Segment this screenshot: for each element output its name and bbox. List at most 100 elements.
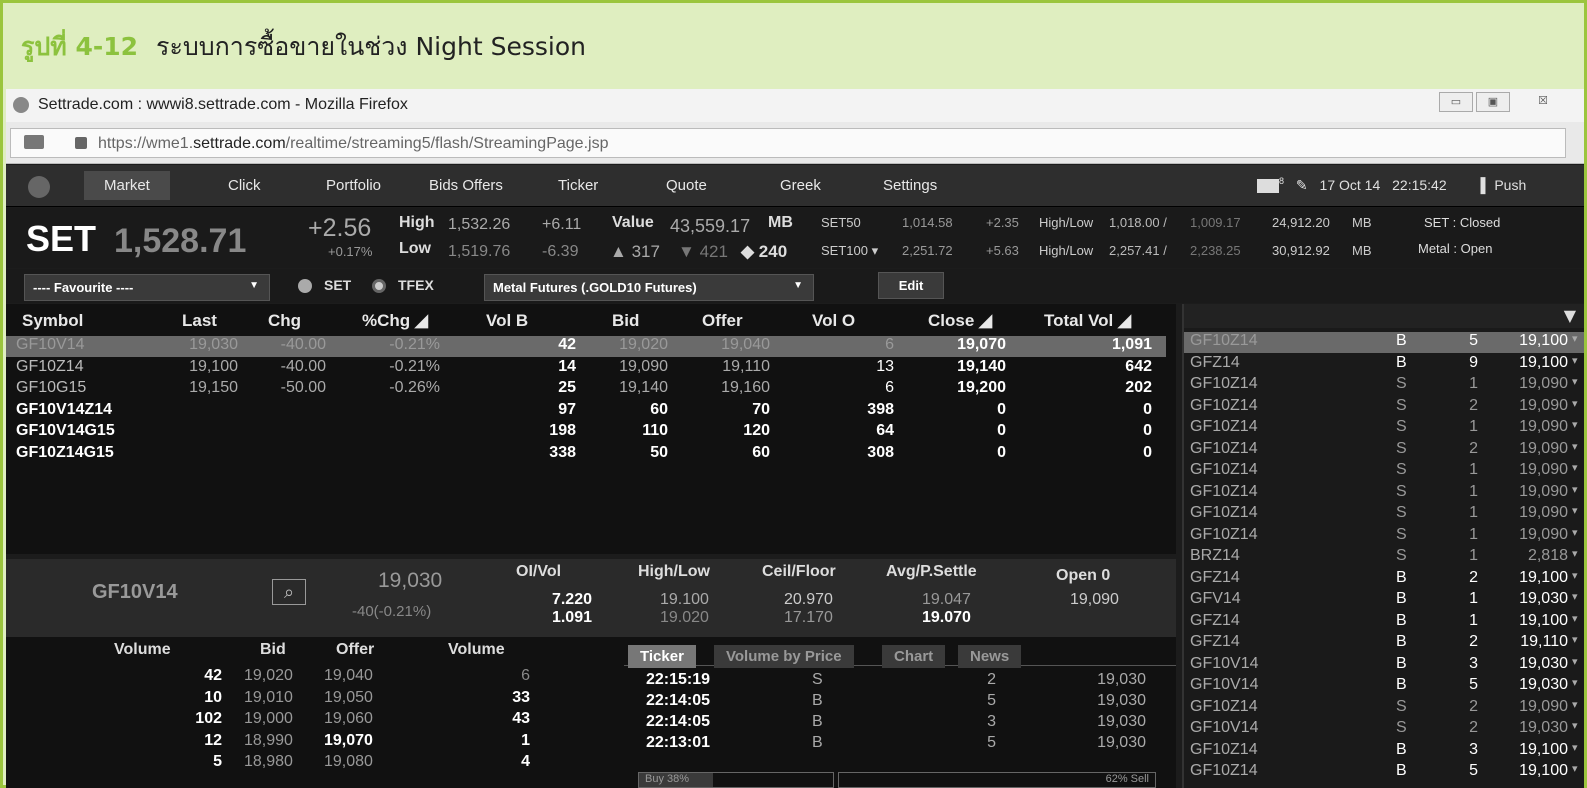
url-prefix: https://wme1. [98, 135, 194, 152]
nav-settings[interactable]: Settings [883, 177, 937, 194]
tab-news[interactable]: News [958, 645, 1022, 668]
close-button[interactable]: ☒ [1526, 92, 1560, 112]
ticker-volume: 5 [987, 692, 996, 709]
pencil-icon[interactable]: ✎ [1296, 177, 1308, 193]
col-offer[interactable]: Offer [702, 311, 743, 331]
detail-change: -40(-0.21%) [352, 603, 432, 620]
trade-volume: 1 [1469, 461, 1478, 478]
trade-row[interactable]: GFZ14 B 2 19,110 ▾ [1184, 633, 1584, 654]
trade-row[interactable]: GF10V14 B 5 19,030 ▾ [1184, 676, 1584, 697]
cell-total: 0 [1143, 422, 1152, 439]
trade-row[interactable]: GF10Z14 S 1 19,090 ▾ [1184, 526, 1584, 547]
radio-tfex[interactable] [372, 279, 386, 293]
tab-volume-by-price[interactable]: Volume by Price [714, 645, 854, 668]
trade-row[interactable]: GF10Z14 S 1 19,090 ▾ [1184, 375, 1584, 396]
trade-row[interactable]: GF10Z14 S 2 19,090 ▾ [1184, 440, 1584, 461]
nav-quote[interactable]: Quote [666, 177, 707, 194]
chevron-down-icon: ▾ [1572, 569, 1578, 582]
set50-value: 1,014.58 [902, 215, 953, 230]
nav-click[interactable]: Click [228, 177, 261, 194]
detail-high: 19.100 [660, 591, 709, 608]
maximize-button[interactable]: ▣ [1476, 92, 1510, 112]
filter-icon[interactable]: ▼ [1564, 306, 1576, 325]
search-icon[interactable]: ⌕ [272, 579, 306, 605]
trade-side: S [1396, 697, 1407, 715]
table-row[interactable]: GF10G15 19,150 -50.00 -0.26% 25 19,140 19,160 6… [6, 379, 1166, 400]
minimize-button[interactable]: ▭ [1439, 92, 1473, 112]
trade-row[interactable]: GF10V14 S 2 19,030 ▾ [1184, 719, 1584, 740]
book-bid-price: 19,020 [244, 667, 293, 684]
trade-row[interactable]: GF10Z14 S 2 19,090 ▾ [1184, 698, 1584, 719]
high-label: High [399, 214, 435, 231]
nav-greek[interactable]: Greek [780, 177, 821, 194]
nav-ticker[interactable]: Ticker [558, 177, 598, 194]
nav-market[interactable]: Market [84, 171, 170, 200]
trade-side: B [1396, 676, 1407, 693]
book-offer-price: 19,040 [324, 667, 373, 684]
trade-row[interactable]: BRZ14 S 1 2,818 ▾ [1184, 547, 1584, 568]
table-row[interactable]: GF10V14 19,030 -40.00 -0.21% 42 19,020 19,040 6… [6, 336, 1166, 357]
trade-side: S [1396, 504, 1407, 521]
trade-volume: 2 [1469, 633, 1478, 650]
push-label: Push [1494, 176, 1527, 193]
col-bid[interactable]: Bid [612, 311, 639, 331]
table-row[interactable]: GF10Z14 19,100 -40.00 -0.21% 14 19,090 19,110 1… [6, 358, 1166, 379]
trade-row[interactable]: GFZ14 B 1 19,100 ▾ [1184, 612, 1584, 633]
tab-chart[interactable]: Chart [882, 645, 946, 668]
trade-row[interactable]: GF10V14 B 3 19,030 ▾ [1184, 655, 1584, 676]
trade-row[interactable]: GF10Z14 S 1 19,090 ▾ [1184, 418, 1584, 439]
radio-set[interactable] [298, 279, 312, 293]
col-volo[interactable]: Vol O [812, 311, 855, 331]
book-offer-volume: 1 [521, 731, 530, 749]
tab-ticker[interactable]: Ticker [628, 645, 696, 668]
trade-symbol: GF10Z14 [1190, 396, 1258, 414]
favourite-select[interactable]: ---- Favourite ---- ▼ [24, 274, 270, 301]
trade-row[interactable]: GFV14 B 1 19,030 ▾ [1184, 590, 1584, 611]
settrade-logo-icon [28, 176, 50, 198]
cell-total: 0 [1143, 443, 1152, 461]
trade-symbol: GF10V14 [1190, 676, 1259, 693]
trade-symbol: GF10Z14 [1190, 439, 1258, 457]
table-row[interactable]: GF10V14Z14 97 60 70 398 0 0 [6, 401, 1166, 422]
edit-button[interactable]: Edit [878, 272, 944, 299]
trade-symbol: GFZ14 [1190, 611, 1240, 629]
col-symbol[interactable]: Symbol [22, 311, 83, 331]
trade-row[interactable]: GF10Z14 B 5 19,100 ▾ [1184, 332, 1584, 353]
col-volb[interactable]: Vol B [486, 311, 528, 331]
trade-row[interactable]: GF10Z14 B 5 19,100 ▾ [1184, 762, 1584, 783]
nav-portfolio[interactable]: Portfolio [326, 177, 381, 194]
push-button[interactable]: ▌ Push [1481, 177, 1527, 193]
trade-row[interactable]: GF10Z14 S 1 19,090 ▾ [1184, 483, 1584, 504]
col-chg[interactable]: Chg [268, 311, 301, 331]
trade-side: B [1396, 353, 1407, 371]
market-value: Metal Futures (.GOLD10 Futures) [493, 280, 697, 295]
trade-row[interactable]: GF10Z14 S 2 19,090 ▾ [1184, 397, 1584, 418]
set100-label[interactable]: SET100 ▾ [821, 243, 878, 259]
trade-row[interactable]: GF10Z14 S 1 19,090 ▾ [1184, 461, 1584, 482]
high-value: 1,532.26 [448, 216, 511, 233]
col-totalvol[interactable]: Total Vol ◢ [1044, 311, 1131, 331]
mail-icon[interactable] [1257, 178, 1279, 193]
nav-bids-offers[interactable]: Bids Offers [429, 177, 503, 194]
book-bid-price: 19,010 [244, 688, 293, 706]
chevron-down-icon: ▾ [1572, 763, 1578, 775]
col-pctchg[interactable]: %Chg ◢ [362, 311, 428, 331]
cell-chg: -40.00 [280, 357, 326, 375]
tab-icon[interactable] [24, 135, 44, 149]
trade-row[interactable]: GF10Z14 S 1 19,090 ▾ [1184, 504, 1584, 525]
trade-row[interactable]: GF10Z14 B 3 19,100 ▾ [1184, 741, 1584, 762]
market-select[interactable]: Metal Futures (.GOLD10 Futures) ▼ [484, 274, 814, 301]
trade-row[interactable]: GFZ14 B 9 19,100 ▾ [1184, 354, 1584, 375]
radio-tfex-label: TFEX [398, 277, 434, 293]
trade-row[interactable]: GFZ14 B 2 19,100 ▾ [1184, 569, 1584, 590]
table-row[interactable]: GF10V14G15 198 110 120 64 0 0 [6, 422, 1166, 443]
chevron-down-icon: ▾ [1572, 376, 1578, 388]
trade-symbol: GFZ14 [1190, 568, 1240, 586]
trade-price: 19,030 [1519, 590, 1568, 607]
cell-last: 19,100 [189, 357, 238, 375]
address-text[interactable]: https://wme1.settrade.com/realtime/strea… [98, 135, 608, 153]
table-row[interactable]: GF10Z14G15 338 50 60 308 0 0 [6, 444, 1166, 465]
cell-total: 1,091 [1111, 336, 1152, 353]
col-last[interactable]: Last [182, 311, 217, 331]
col-close[interactable]: Close ◢ [928, 311, 992, 331]
